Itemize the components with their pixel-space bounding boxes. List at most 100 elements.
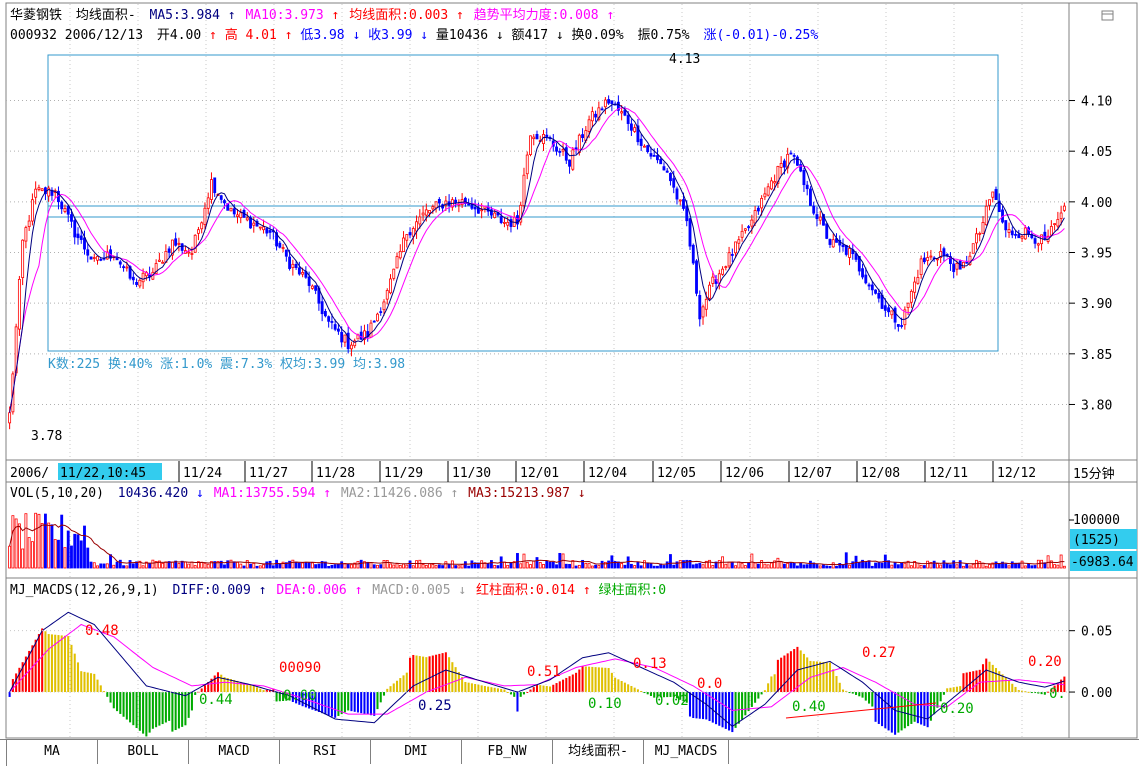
macd-bar — [142, 692, 145, 734]
volume-bar — [415, 560, 418, 569]
quote-high-value: 4.01 — [246, 28, 277, 43]
candle — [1020, 234, 1024, 242]
volume-bar — [89, 561, 93, 569]
macd-bar — [44, 631, 47, 693]
tab-rsi[interactable]: RSI — [280, 740, 371, 764]
candle — [27, 215, 31, 231]
candle — [792, 153, 796, 164]
tab-[interactable]: 均线面积- — [553, 740, 644, 764]
macd-bar — [503, 689, 506, 693]
volume-bar — [760, 560, 764, 569]
volume-bar — [997, 563, 1001, 569]
volume-bar — [379, 564, 383, 569]
tab-fb-nw[interactable]: FB_NW — [462, 740, 553, 764]
candle — [691, 243, 695, 265]
macd-bar — [379, 692, 382, 703]
macd-bar — [705, 692, 708, 720]
volume-bar — [896, 564, 900, 569]
volume-bar — [346, 563, 350, 569]
volume-bar — [766, 564, 770, 569]
candle — [366, 324, 370, 342]
candle — [756, 205, 760, 215]
restore-window-icon[interactable] — [1101, 10, 1114, 21]
volume-bar — [1017, 562, 1021, 569]
volume-bar — [392, 564, 396, 569]
volume-bar — [408, 560, 412, 569]
macd-bar — [353, 692, 356, 712]
candle — [96, 256, 99, 265]
macd-dea: DEA:0.006 — [276, 583, 346, 598]
volume-bar — [971, 563, 975, 569]
volume-bar — [805, 564, 809, 569]
macd-red-area: 红柱面积:0.014 — [476, 582, 575, 598]
candle — [30, 193, 34, 226]
macd-bar — [949, 687, 952, 693]
volume-bar — [333, 564, 337, 569]
candle — [555, 142, 558, 156]
volume-bar — [141, 565, 145, 569]
macd-bar — [164, 692, 167, 723]
macd-bar — [330, 692, 333, 717]
macd-bar — [350, 692, 353, 712]
volume-bar — [919, 564, 923, 569]
macd-bar — [47, 634, 50, 693]
volume-bar — [909, 565, 913, 569]
candle — [281, 244, 285, 253]
volume-bar — [76, 534, 80, 569]
volume-bar — [249, 563, 252, 569]
candle — [724, 265, 728, 271]
macd-bar — [487, 686, 490, 693]
macd-bar — [415, 655, 418, 693]
volume-bar — [424, 565, 428, 569]
volume-bar — [698, 562, 702, 569]
volume-bar — [1062, 565, 1066, 569]
macd-bar — [190, 692, 193, 711]
candle — [535, 130, 539, 140]
candle — [493, 209, 497, 219]
macd-bar — [122, 692, 125, 717]
macd-histogram — [8, 628, 1066, 737]
volume-bar — [307, 562, 311, 569]
candle — [421, 205, 425, 221]
macd-bar — [604, 667, 607, 693]
macd-bar — [376, 692, 379, 710]
macd-bar — [343, 692, 346, 713]
volume-bar — [330, 564, 334, 569]
macd-annotation: 0.00 — [283, 688, 317, 704]
macd-bar — [715, 692, 718, 725]
tab-boll[interactable]: BOLL — [98, 740, 189, 764]
candle — [66, 205, 70, 223]
macd-bar — [161, 692, 164, 725]
tab-ma[interactable]: MA — [7, 740, 98, 764]
quote-low: 低3.98 — [300, 28, 344, 43]
volume-bar — [1007, 565, 1011, 569]
volume-bar — [109, 554, 112, 569]
date-label: 12/07 — [793, 466, 832, 481]
macd-bar — [991, 664, 994, 693]
candle — [935, 258, 939, 267]
macd-bar — [894, 692, 897, 735]
tab-macd[interactable]: MACD — [189, 740, 280, 764]
macd-bar — [721, 692, 724, 728]
macd-bar — [41, 628, 44, 693]
candle — [776, 165, 780, 188]
volume-bar — [978, 561, 982, 569]
macd-bar — [597, 667, 600, 693]
high-price-mark: 4.13 — [669, 52, 700, 67]
macd-bar — [347, 692, 350, 711]
macd-bar — [558, 681, 561, 693]
tab-mj-macds[interactable]: MJ_MACDS — [644, 740, 729, 764]
macd-bar — [754, 692, 757, 703]
period-label[interactable]: 15分钟 — [1073, 466, 1115, 482]
macd-bar — [555, 683, 558, 693]
candle — [802, 167, 806, 192]
tab-dmi[interactable]: DMI — [371, 740, 462, 764]
volume-bar — [844, 552, 848, 569]
candle — [558, 148, 562, 157]
macd-bar — [86, 672, 89, 693]
candle — [988, 199, 991, 211]
candle — [730, 248, 734, 263]
macd-bar — [552, 684, 555, 693]
macd-bar — [815, 661, 818, 693]
macd-bar — [177, 692, 180, 729]
